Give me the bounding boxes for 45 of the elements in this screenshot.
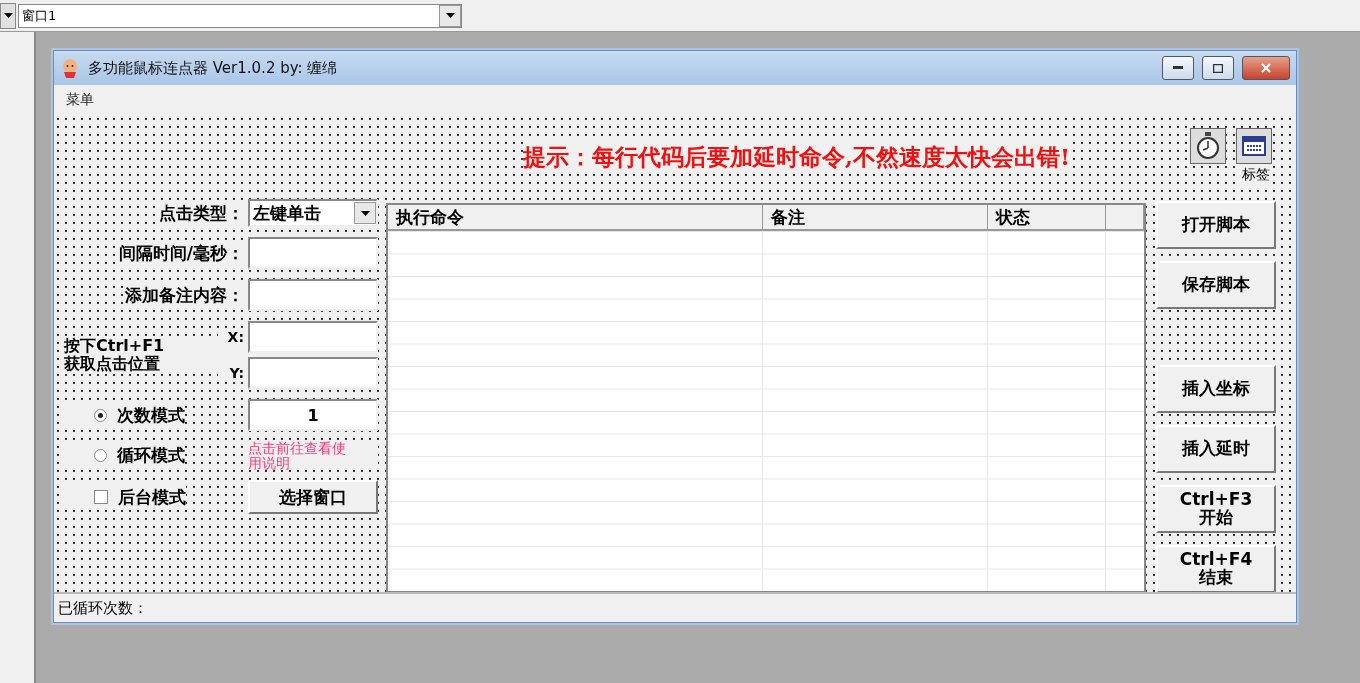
x-label: X:	[218, 329, 244, 345]
caret-icon	[360, 210, 370, 216]
menu-item[interactable]: 菜单	[66, 91, 94, 109]
action-button[interactable]: 插入延时	[1156, 425, 1276, 473]
count-field[interactable]: 1	[248, 399, 378, 431]
maximize-button[interactable]	[1202, 56, 1234, 80]
click-type-select[interactable]: 左键单击	[248, 199, 378, 227]
input-field[interactable]	[248, 279, 378, 311]
minimize-button[interactable]	[1162, 56, 1194, 80]
field-label: 添加备注内容：	[125, 283, 244, 307]
stopwatch-icon[interactable]	[1190, 128, 1226, 164]
label-caption: 标签	[1240, 164, 1272, 186]
column-header[interactable]: 备注	[763, 205, 988, 231]
radio-option[interactable]: 次数模式	[64, 403, 185, 427]
minimize-icon	[1173, 66, 1183, 70]
close-icon	[1261, 63, 1271, 73]
click-type-label: 点击类型：	[159, 201, 244, 225]
input-field[interactable]	[248, 237, 378, 269]
close-button[interactable]	[1242, 56, 1290, 80]
input-field[interactable]	[248, 321, 378, 353]
checkbox-option[interactable]: 后台模式	[64, 485, 186, 509]
status-text: 已循环次数：	[58, 598, 148, 618]
field-label: 间隔时间/毫秒：	[118, 241, 244, 265]
dropdown-button[interactable]	[0, 2, 16, 29]
select-window-button[interactable]: 选择窗口	[248, 480, 378, 515]
window-title: 多功能鼠标连点器 Ver1.0.2 by: 缠绵	[88, 58, 339, 78]
mascot-icon	[60, 58, 80, 78]
column-header[interactable]: 执行命令	[388, 205, 763, 231]
object-combo[interactable]: 窗口1	[18, 3, 462, 28]
action-button[interactable]: 插入坐标	[1156, 365, 1276, 413]
action-button[interactable]: 保存脚本	[1156, 261, 1276, 309]
action-button[interactable]: Ctrl+F3 开始	[1156, 485, 1276, 533]
caret-icon	[3, 13, 13, 18]
label-control-icon[interactable]	[1236, 128, 1272, 164]
dropdown-button[interactable]	[354, 202, 376, 224]
header-filler	[1106, 205, 1144, 231]
y-label: Y:	[218, 365, 244, 381]
caret-icon	[445, 13, 455, 18]
dropdown-button[interactable]	[439, 4, 461, 27]
action-button[interactable]: Ctrl+F4 结束	[1156, 545, 1276, 592]
maximize-icon	[1213, 63, 1223, 73]
column-header[interactable]: 状态	[988, 205, 1106, 231]
input-field[interactable]	[248, 357, 378, 389]
hint-text: 提示：每行代码后要加延时命令,不然速度太快会出错!	[522, 141, 1070, 173]
action-button[interactable]: 打开脚本	[1156, 201, 1276, 249]
